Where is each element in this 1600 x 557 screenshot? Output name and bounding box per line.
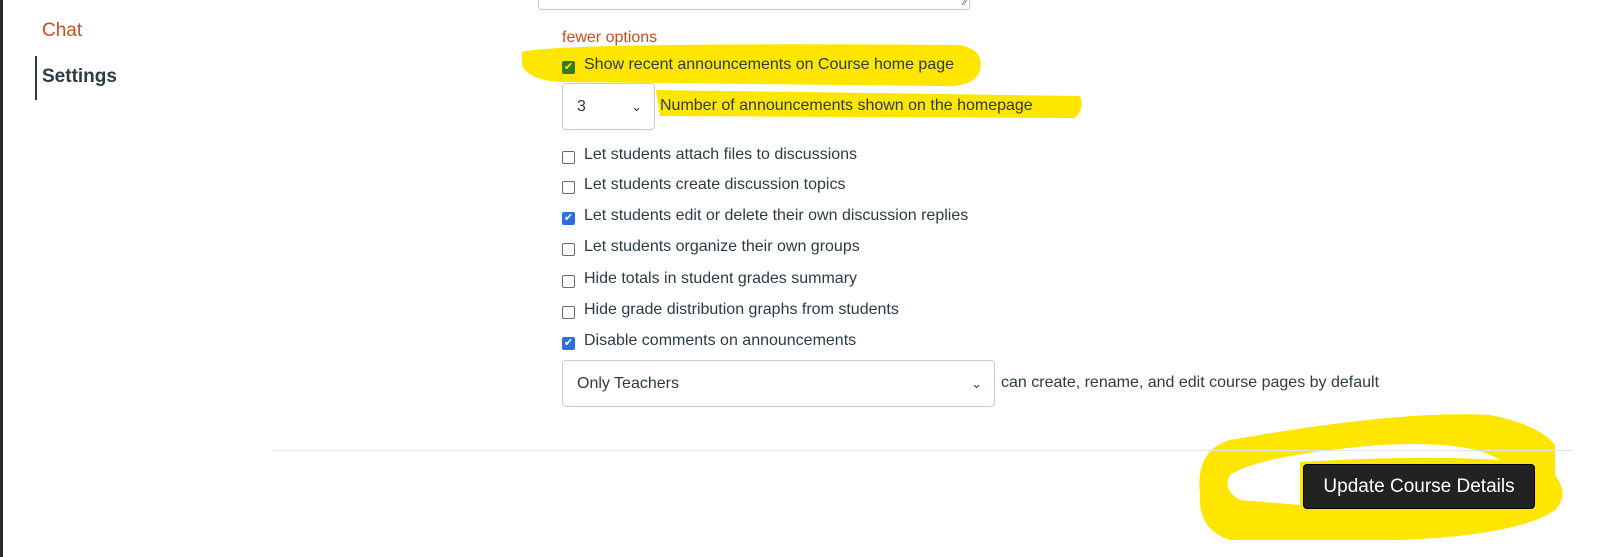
chevron-down-icon: ⌄ [971, 375, 982, 391]
option-label: Let students attach files to discussions [584, 145, 858, 163]
sidebar-item-settings[interactable]: Settings [35, 56, 117, 100]
update-course-details-button[interactable]: Update Course Details [1303, 464, 1535, 509]
option-row[interactable]: Hide totals in student grades summary [562, 269, 857, 288]
option-checkbox[interactable] [562, 151, 575, 164]
pages-permission-select[interactable]: Only Teachers ⌄ [562, 360, 995, 407]
option-label: Let students edit or delete their own di… [584, 206, 969, 224]
option-checkbox[interactable]: ✔ [562, 337, 575, 350]
option-row[interactable]: Let students create discussion topics [562, 175, 845, 194]
sidebar-item-chat[interactable]: Chat [42, 20, 82, 42]
chevron-down-icon: ⌄ [631, 98, 642, 114]
option-checkbox[interactable] [562, 306, 575, 319]
option-row[interactable]: Hide grade distribution graphs from stud… [562, 300, 899, 319]
announcement-count-value: 3 [577, 97, 586, 115]
show-announcements-label: Show recent announcements on Course home… [584, 55, 955, 73]
option-checkbox[interactable] [562, 243, 575, 256]
option-label: Let students organize their own groups [584, 237, 860, 255]
fewer-options-link[interactable]: fewer options [562, 29, 657, 47]
option-row[interactable]: ✔ Disable comments on announcements [562, 331, 856, 350]
option-label: Hide grade distribution graphs from stud… [584, 300, 899, 318]
option-row[interactable]: Let students attach files to discussions [562, 145, 857, 164]
option-row[interactable]: Let students organize their own groups [562, 237, 860, 256]
show-announcements-row[interactable]: ✔ Show recent announcements on Course ho… [562, 55, 954, 74]
option-checkbox[interactable]: ✔ [562, 212, 575, 225]
pages-permission-value: Only Teachers [577, 374, 679, 392]
pages-permission-label: can create, rename, and edit course page… [1001, 374, 1380, 391]
announcement-count-label: Number of announcements shown on the hom… [660, 97, 1033, 114]
divider [272, 450, 1572, 451]
resize-handle-icon[interactable]: ⁄⁄ [964, 0, 967, 8]
option-label: Disable comments on announcements [584, 331, 857, 349]
description-textarea[interactable]: ⁄⁄ [538, 0, 970, 10]
window-edge [0, 0, 3, 557]
show-announcements-checkbox[interactable]: ✔ [562, 61, 575, 74]
option-label: Hide totals in student grades summary [584, 269, 858, 287]
option-row[interactable]: ✔ Let students edit or delete their own … [562, 206, 968, 225]
announcement-count-select[interactable]: 3 ⌄ [562, 83, 655, 130]
option-checkbox[interactable] [562, 181, 575, 194]
option-checkbox[interactable] [562, 275, 575, 288]
option-label: Let students create discussion topics [584, 175, 846, 193]
